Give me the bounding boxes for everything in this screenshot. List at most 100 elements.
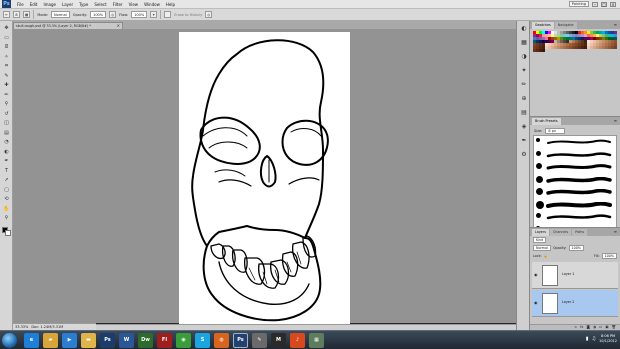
layer-row[interactable]: ◉ Layer 2 xyxy=(532,290,618,317)
clock[interactable]: 8:06 PM 10/1/2012 xyxy=(599,334,617,344)
brush-preset-row[interactable] xyxy=(534,161,618,173)
opacity-field[interactable]: 100% xyxy=(90,11,107,18)
tab-paths[interactable]: Paths xyxy=(572,229,588,236)
word-icon[interactable]: W xyxy=(119,333,134,348)
layer-kind-filter[interactable]: Kind xyxy=(533,237,547,243)
shape-tool[interactable]: ▢ xyxy=(2,187,11,194)
zoom-tool[interactable]: ⚲ xyxy=(2,215,11,222)
menu-filter[interactable]: Filter xyxy=(110,2,126,7)
layer-opacity-field[interactable]: 100% xyxy=(568,245,584,251)
brush-tool[interactable]: ✏ xyxy=(2,92,11,99)
layer-row[interactable]: ◉ Layer 1 xyxy=(532,262,618,289)
gradient-tool[interactable]: ▤ xyxy=(2,130,11,137)
workspace-select[interactable]: Painting xyxy=(568,1,589,7)
dodge-tool[interactable]: ◐ xyxy=(2,149,11,156)
zoom-level[interactable]: 33.33% xyxy=(15,325,28,329)
path-select-tool[interactable]: ➚ xyxy=(2,177,11,184)
swatches-icon[interactable]: ▦ xyxy=(520,39,528,46)
healing-tool[interactable]: ✚ xyxy=(2,82,11,89)
marquee-tool[interactable]: ▭ xyxy=(2,35,11,42)
erase-to-history-checkbox[interactable] xyxy=(164,11,172,18)
brush-preset-row[interactable] xyxy=(534,199,618,211)
brush-preset-row[interactable] xyxy=(534,211,618,223)
media-icon[interactable]: ▶ xyxy=(62,333,77,348)
tool-preset-picker[interactable]: ✏ xyxy=(3,11,10,18)
tab-swatches[interactable]: Swatches xyxy=(532,22,554,29)
color-icon[interactable]: ◐ xyxy=(520,25,528,32)
panel-menu-icon[interactable]: ≡ xyxy=(614,118,617,123)
brush-size-field[interactable]: 8 px xyxy=(545,128,566,134)
menu-type[interactable]: Type xyxy=(76,2,91,7)
styles-icon[interactable]: ✦ xyxy=(520,67,528,74)
layers-icon[interactable]: ▤ xyxy=(520,109,528,116)
eyedropper-tool[interactable]: ✎ xyxy=(2,73,11,80)
pressure-opacity-toggle[interactable]: ◎ xyxy=(109,11,117,18)
fill-field[interactable]: 100% xyxy=(601,253,617,259)
menu-file[interactable]: File xyxy=(14,2,27,7)
visibility-eye-icon[interactable]: ◉ xyxy=(534,272,538,277)
fl-icon[interactable]: Fl xyxy=(157,333,172,348)
brush-preset-list[interactable] xyxy=(533,135,617,237)
tab-layers[interactable]: Layers xyxy=(532,229,549,236)
mode-select[interactable]: Normal xyxy=(51,11,70,18)
pressure-size-toggle[interactable]: ◎ xyxy=(205,11,213,18)
blur-tool[interactable]: ◔ xyxy=(2,139,11,146)
lasso-tool[interactable]: ᘓ xyxy=(2,44,11,51)
network-icon[interactable]: ▮ xyxy=(586,336,589,342)
pen-tool[interactable]: ✒ xyxy=(2,158,11,165)
brush-panel-toggle[interactable]: ▦ xyxy=(23,11,31,18)
background-color-swatch[interactable] xyxy=(5,230,11,236)
menu-image[interactable]: Image xyxy=(40,2,59,7)
start-button[interactable] xyxy=(2,333,17,348)
tab-brush-presets[interactable]: Brush Presets xyxy=(532,118,561,125)
brush-preset-row[interactable] xyxy=(534,186,618,198)
color-swatch[interactable] xyxy=(614,46,617,49)
channels-icon[interactable]: ◈ xyxy=(520,123,528,130)
visibility-eye-icon[interactable]: ◉ xyxy=(534,300,538,305)
app-icon[interactable]: ▦ xyxy=(309,333,324,348)
panel-menu-icon[interactable]: ≡ xyxy=(614,229,617,234)
tab-channels[interactable]: Channels xyxy=(549,229,572,236)
media2-icon[interactable]: ♪ xyxy=(290,333,305,348)
blend-mode-select[interactable]: Normal xyxy=(533,245,551,251)
menu-view[interactable]: View xyxy=(126,2,142,7)
folder-icon[interactable]: ▬ xyxy=(81,333,96,348)
type-tool[interactable]: T xyxy=(2,168,11,175)
brush-size-picker[interactable]: 8 xyxy=(13,11,20,18)
3d-rotate-tool[interactable]: ⟲ xyxy=(2,196,11,203)
document-tab[interactable]: skull-rough.psd @ 33.3% (Layer 2, RGB/8#… xyxy=(13,22,123,29)
move-tool[interactable]: ✥ xyxy=(2,25,11,32)
brush-preset-row[interactable] xyxy=(534,149,618,161)
tab-navigator[interactable]: Navigator xyxy=(554,22,577,29)
lock-icon[interactable]: 🔒 xyxy=(544,254,548,258)
menu-select[interactable]: Select xyxy=(91,2,109,7)
brush-preset-row[interactable] xyxy=(534,174,618,186)
chrome-icon[interactable]: ◉ xyxy=(176,333,191,348)
volume-icon[interactable]: ♫ xyxy=(592,336,596,342)
history-brush-tool[interactable]: ↺ xyxy=(2,111,11,118)
eraser-tool[interactable]: ◫ xyxy=(2,120,11,127)
panel-menu-icon[interactable]: ≡ xyxy=(614,22,617,27)
brush-preset-row[interactable] xyxy=(534,136,618,148)
clone-stamp-tool[interactable]: ⚲ xyxy=(2,101,11,108)
monster-icon[interactable]: M xyxy=(271,333,286,348)
brush-icon[interactable]: ✏ xyxy=(520,81,528,88)
ps-active-icon[interactable]: Ps xyxy=(233,333,248,348)
menu-window[interactable]: Window xyxy=(141,2,163,7)
tool-presets-icon[interactable]: ⚙ xyxy=(520,151,528,158)
maximize-button[interactable]: □ xyxy=(601,1,607,7)
ie-icon[interactable]: e xyxy=(24,333,39,348)
explorer-icon[interactable]: ▰ xyxy=(43,333,58,348)
hand-tool[interactable]: ✋ xyxy=(2,206,11,213)
minimize-button[interactable]: – xyxy=(592,1,598,7)
paint-icon[interactable]: ✎ xyxy=(252,333,267,348)
menu-help[interactable]: Help xyxy=(163,2,178,7)
close-tab-icon[interactable]: × xyxy=(117,23,120,28)
document-canvas[interactable] xyxy=(179,32,350,331)
menu-layer[interactable]: Layer xyxy=(59,2,76,7)
firefox-icon[interactable]: ◍ xyxy=(214,333,229,348)
airbrush-toggle[interactable]: ✦ xyxy=(150,11,158,18)
dw-icon[interactable]: Dw xyxy=(138,333,153,348)
paths-icon[interactable]: ✒ xyxy=(520,137,528,144)
clone-source-icon[interactable]: ⊕ xyxy=(520,95,528,102)
